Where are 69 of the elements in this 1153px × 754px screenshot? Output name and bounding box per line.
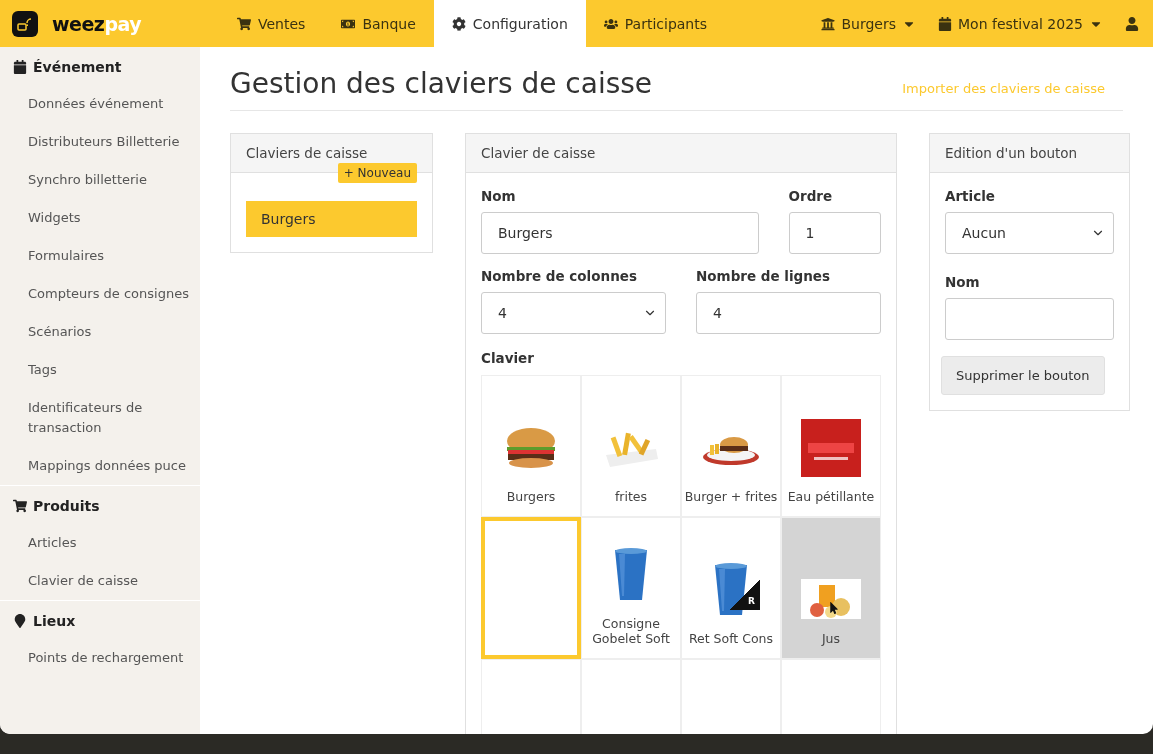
sidebar-item[interactable]: Formulaires — [0, 237, 200, 275]
key-label: Burger + frites — [684, 489, 778, 504]
key-label: Burgers — [506, 489, 556, 504]
sidebar-item[interactable]: Données événement — [0, 85, 200, 123]
page-title: Gestion des claviers de caisse — [230, 67, 653, 100]
gear-icon — [451, 16, 466, 31]
mouse-cursor-icon — [828, 602, 840, 614]
field-label: Article — [945, 188, 996, 204]
sidebar-item[interactable]: Scénarios — [0, 313, 200, 351]
key-label: Jus — [821, 631, 841, 646]
delete-button[interactable]: Supprimer le bouton — [941, 356, 1105, 395]
sidebar-item[interactable]: Compteurs de consignes — [0, 275, 200, 313]
context-dropdown[interactable]: Burgers — [821, 0, 916, 47]
field-label: Nombre de lignes — [696, 268, 832, 284]
sidebar-item[interactable]: Widgets — [0, 199, 200, 237]
field-label: Nom — [945, 274, 981, 290]
rows-input[interactable]: 4 — [696, 292, 881, 334]
logo-icon — [12, 10, 38, 37]
sidebar-section-title: Produits — [0, 498, 200, 524]
nav-tab[interactable]: Participants — [585, 0, 725, 47]
bank-icon — [821, 16, 836, 31]
sidebar-item[interactable]: Identificateurs de transaction — [0, 389, 200, 447]
order-input[interactable]: 1 — [788, 212, 881, 254]
sidebar-item[interactable]: Mappings données puce — [0, 447, 200, 485]
nav-tab[interactable]: Configuration — [433, 0, 586, 47]
field-label: Nombre de colonnes — [481, 268, 638, 284]
keyboard-key[interactable]: R Ret Soft Cons — [681, 517, 781, 659]
pin-icon — [13, 614, 27, 628]
cart-icon — [237, 16, 251, 31]
sidebar-section-title: Événement — [0, 59, 200, 85]
sidebar-section-title: Lieux — [0, 613, 200, 639]
keyboard-key[interactable]: Consigne Gobelet Soft — [581, 517, 681, 659]
field-label: Clavier — [481, 350, 534, 366]
return-badge: R — [730, 580, 760, 610]
sidebar-item[interactable]: Tags — [0, 351, 200, 389]
keyboard-key[interactable]: Jus — [781, 517, 881, 659]
keyboard-key[interactable]: frites — [581, 375, 681, 517]
sidebar-item[interactable]: Clavier de caisse — [0, 562, 200, 600]
field-label: Ordre — [788, 188, 834, 204]
key-label: Eau pétillante — [787, 489, 875, 504]
sidebar-item[interactable]: Distributeurs Billetterie — [0, 123, 200, 161]
keyboard-key[interactable] — [481, 517, 581, 659]
context-dropdown[interactable]: Mon festival 2025 — [938, 0, 1103, 47]
columns-select[interactable]: 4 — [481, 292, 666, 334]
panel-title: Edition d'un bouton — [930, 134, 1129, 173]
users-icon — [603, 16, 618, 31]
field-label: Nom — [481, 188, 517, 204]
sidebar-item[interactable]: Points de rechargement — [0, 639, 200, 677]
keyboard-key[interactable]: Burgers — [481, 375, 581, 517]
calendar-icon — [938, 16, 952, 31]
panel-title: Clavier de caisse — [466, 134, 896, 173]
user-icon[interactable] — [1125, 16, 1139, 31]
sidebar-item[interactable]: Synchro billetterie — [0, 161, 200, 199]
calendar-icon — [13, 60, 27, 74]
keyboard-key[interactable]: Eau pétillante — [781, 375, 881, 517]
nav-tab[interactable]: Banque — [323, 0, 434, 47]
new-button[interactable]: + Nouveau — [337, 163, 417, 183]
keyboard-key[interactable]: Burger + frites — [681, 375, 781, 517]
name-input[interactable]: Burgers — [481, 212, 759, 254]
button-name-input[interactable] — [945, 298, 1114, 340]
nav-tab[interactable]: Ventes — [219, 0, 324, 47]
cart-icon — [13, 499, 27, 513]
key-label: frites — [614, 489, 648, 504]
brand-logo: weezpay — [52, 12, 142, 35]
sidebar-item[interactable]: Articles — [0, 524, 200, 562]
key-label: Ret Soft Cons — [688, 631, 774, 646]
keyboard-list-item[interactable]: Burgers — [246, 201, 417, 237]
key-label: Consigne Gobelet Soft — [591, 616, 671, 646]
article-select[interactable]: Aucun — [945, 212, 1114, 254]
